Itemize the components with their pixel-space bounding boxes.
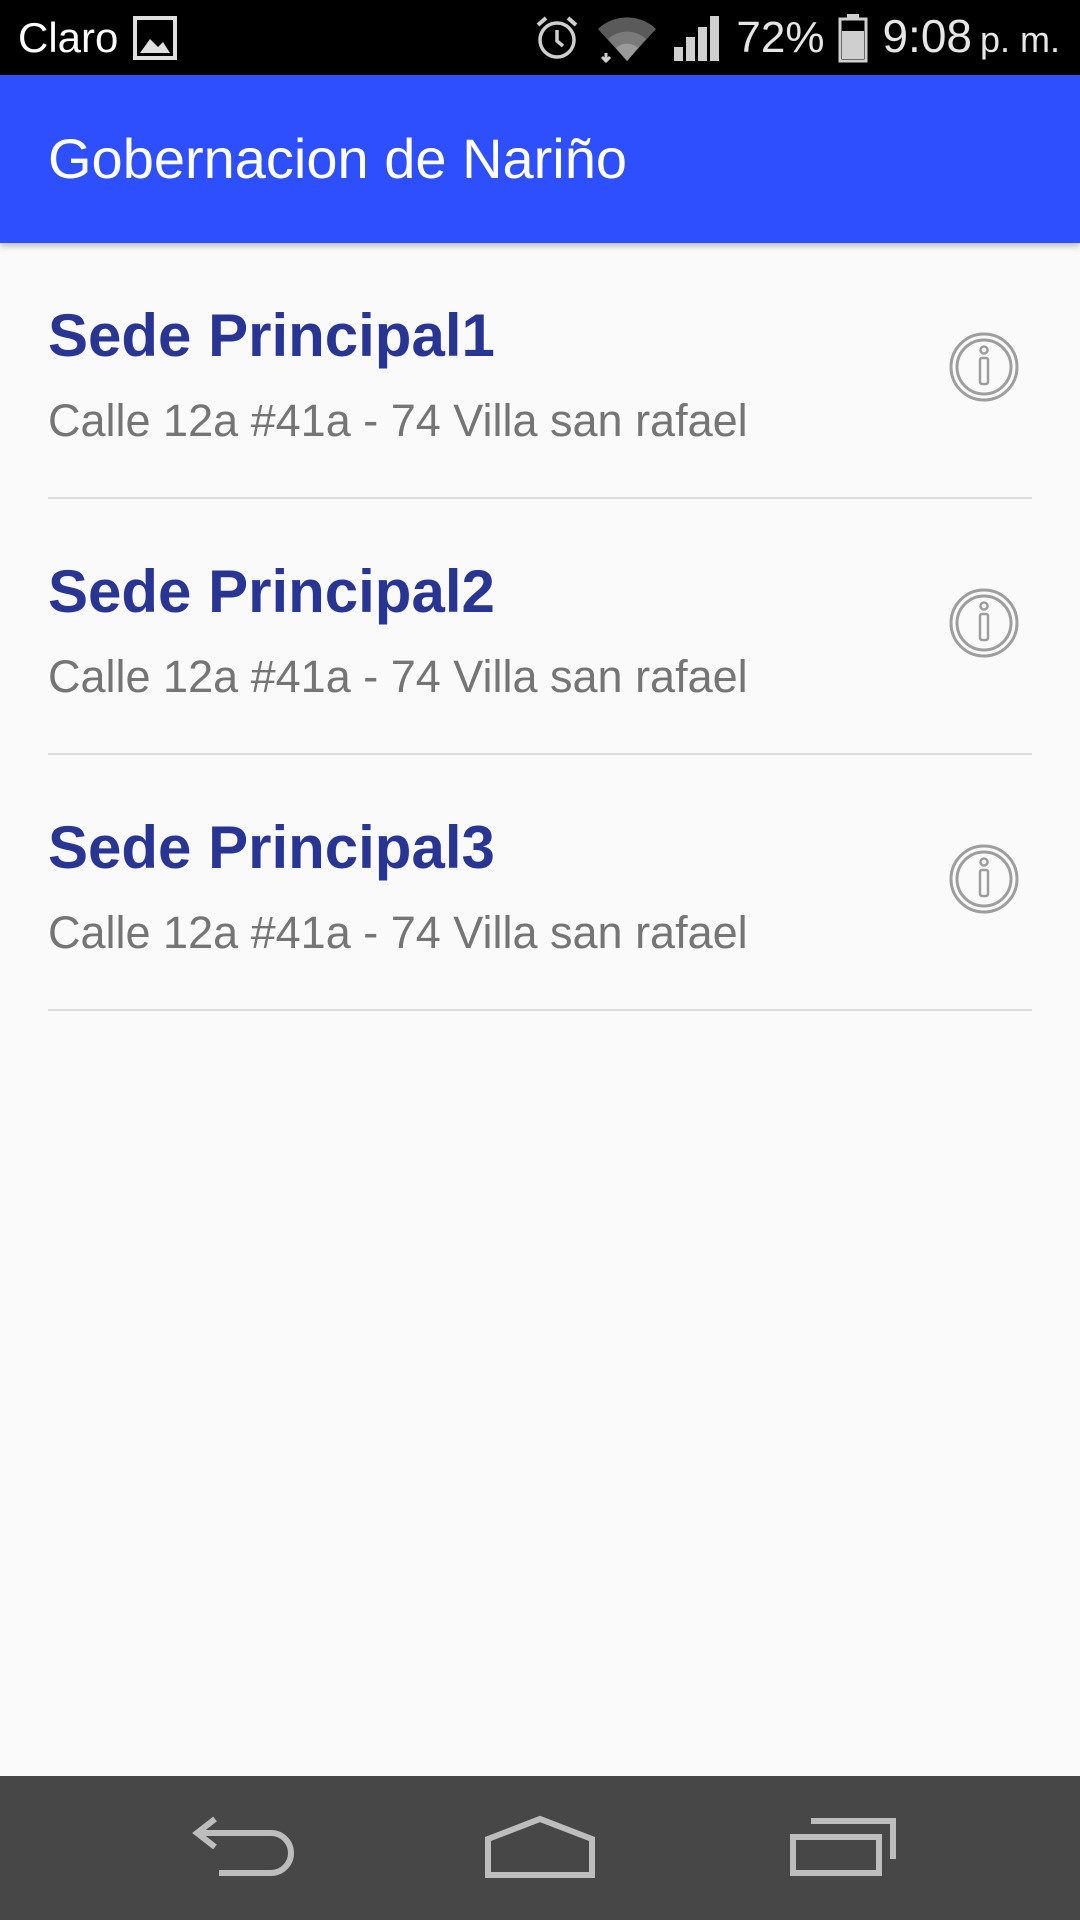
info-button[interactable] [948,843,1020,915]
clock-time: 9:08 [882,9,972,62]
info-icon [949,332,1019,402]
signal-icon [672,13,722,63]
back-button[interactable] [160,1776,320,1920]
info-icon [949,588,1019,658]
app-bar: Gobernacion de Nariño [0,75,1080,243]
item-title: Sede Principal2 [48,558,495,625]
list-item[interactable]: Sede Principal2 Calle 12a #41a - 74 Vill… [0,499,1080,755]
carrier-name: Claro [18,14,119,61]
location-list: Sede Principal1 Calle 12a #41a - 74 Vill… [0,243,1080,1011]
alarm-icon [532,13,582,63]
recents-button[interactable] [763,1776,923,1920]
image-notification-icon [132,15,178,61]
divider [48,1009,1032,1011]
list-item[interactable]: Sede Principal3 Calle 12a #41a - 74 Vill… [0,755,1080,1011]
clock: 9:08 p. m. [882,0,1060,77]
item-title: Sede Principal3 [48,814,495,881]
battery-icon [838,13,868,63]
item-address: Calle 12a #41a - 74 Villa san rafael [48,907,748,958]
clock-ampm: p. m. [979,18,1060,60]
info-button[interactable] [948,331,1020,403]
home-icon [485,1815,595,1878]
home-button[interactable] [460,1776,620,1920]
info-button[interactable] [948,587,1020,659]
status-right: 72% 9:08 p. m. [532,0,1060,75]
app-title: Gobernacion de Nariño [48,127,628,190]
battery-percent: 72% [736,13,825,62]
item-address: Calle 12a #41a - 74 Villa san rafael [48,395,748,446]
status-left: Claro [18,0,178,75]
item-address: Calle 12a #41a - 74 Villa san rafael [48,651,748,702]
wifi-icon [596,13,658,63]
list-item[interactable]: Sede Principal1 Calle 12a #41a - 74 Vill… [0,243,1080,499]
navigation-bar [0,1776,1080,1920]
item-title: Sede Principal1 [48,302,495,369]
back-icon [192,1816,294,1876]
recents-icon [790,1818,896,1876]
info-icon [949,844,1019,914]
status-bar: Claro 72% 9:08 p. m. [0,0,1080,75]
